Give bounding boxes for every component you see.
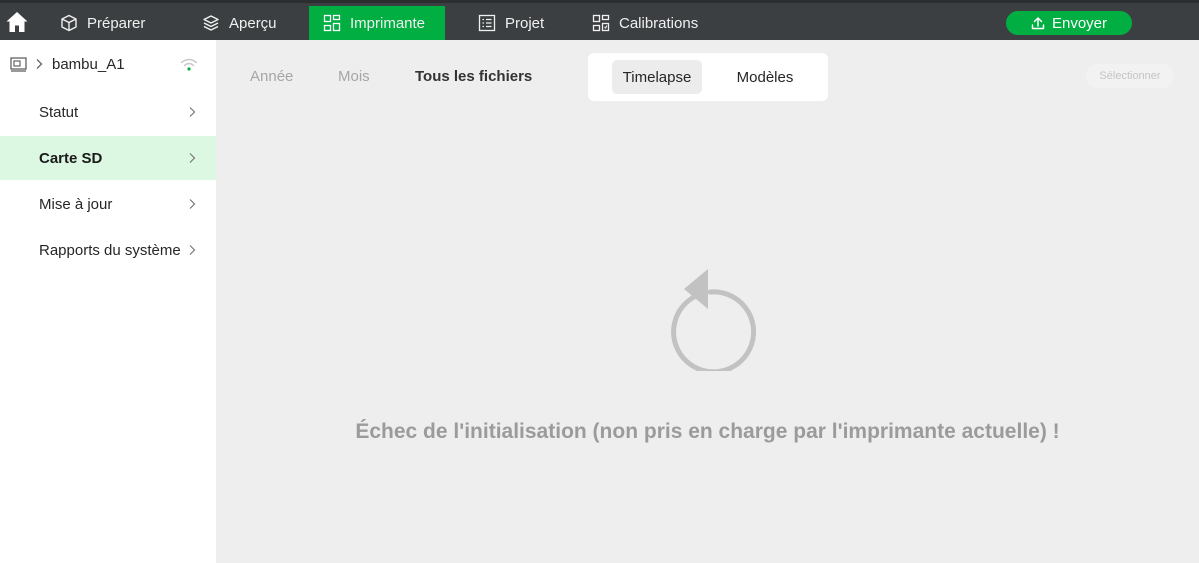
printer-icon — [323, 14, 341, 32]
top-bar: Préparer Aperçu Imprimante Projet Calibr… — [0, 0, 1199, 40]
device-name: bambu_A1 — [52, 56, 125, 73]
list-icon — [478, 14, 496, 32]
wifi-icon — [180, 58, 198, 71]
tab-printer[interactable]: Imprimante — [309, 6, 445, 40]
device-selector[interactable]: bambu_A1 — [0, 40, 216, 90]
chevron-right-icon — [36, 59, 43, 69]
sidebar-item-update[interactable]: Mise à jour — [0, 182, 216, 226]
tab-label: Préparer — [87, 14, 146, 32]
sidebar: bambu_A1 Statut Carte SD Mise à jour Rap… — [0, 40, 216, 563]
layers-icon — [203, 15, 219, 31]
timelapse-button[interactable]: Timelapse — [612, 60, 702, 94]
tab-label: Calibrations — [619, 14, 699, 32]
refresh-icon[interactable] — [660, 267, 756, 371]
chevron-right-icon — [189, 199, 196, 209]
sidebar-item-label: Rapports du système — [39, 241, 181, 259]
calibration-icon — [592, 14, 610, 32]
filter-year[interactable]: Année — [250, 68, 293, 85]
send-button[interactable]: Envoyer — [1006, 11, 1132, 35]
cube-icon — [61, 14, 77, 32]
sidebar-item-system-reports[interactable]: Rapports du système — [0, 228, 216, 272]
file-type-switch: Timelapse Modèles — [588, 53, 828, 101]
tab-calibrations[interactable]: Calibrations — [592, 6, 698, 40]
sd-card-panel: Année Mois Tous les fichiers Timelapse M… — [216, 40, 1199, 563]
chevron-right-icon — [189, 153, 196, 163]
tab-label: Projet — [505, 14, 545, 32]
upload-icon — [1031, 17, 1045, 30]
tab-preview[interactable]: Aperçu — [202, 6, 277, 40]
printer-device-icon — [10, 57, 27, 72]
sidebar-item-status[interactable]: Statut — [0, 90, 216, 134]
tab-label: Aperçu — [229, 14, 277, 32]
filter-month[interactable]: Mois — [338, 68, 370, 85]
sidebar-item-sd-card[interactable]: Carte SD — [0, 136, 216, 180]
send-label: Envoyer — [1051, 14, 1108, 32]
models-button[interactable]: Modèles — [722, 60, 808, 94]
home-icon[interactable] — [5, 10, 29, 34]
tab-prepare[interactable]: Préparer — [60, 6, 145, 40]
filter-all-files[interactable]: Tous les fichiers — [415, 68, 532, 85]
tab-project[interactable]: Projet — [478, 6, 544, 40]
tab-label: Imprimante — [350, 14, 426, 32]
error-message: Échec de l'initialisation (non pris en c… — [355, 420, 1060, 443]
sidebar-item-label: Mise à jour — [39, 195, 113, 213]
select-button[interactable]: Sélectionner — [1086, 64, 1174, 88]
chevron-right-icon — [189, 245, 196, 255]
sidebar-item-label: Carte SD — [39, 149, 103, 167]
chevron-right-icon — [189, 107, 196, 117]
sidebar-item-label: Statut — [39, 103, 79, 121]
